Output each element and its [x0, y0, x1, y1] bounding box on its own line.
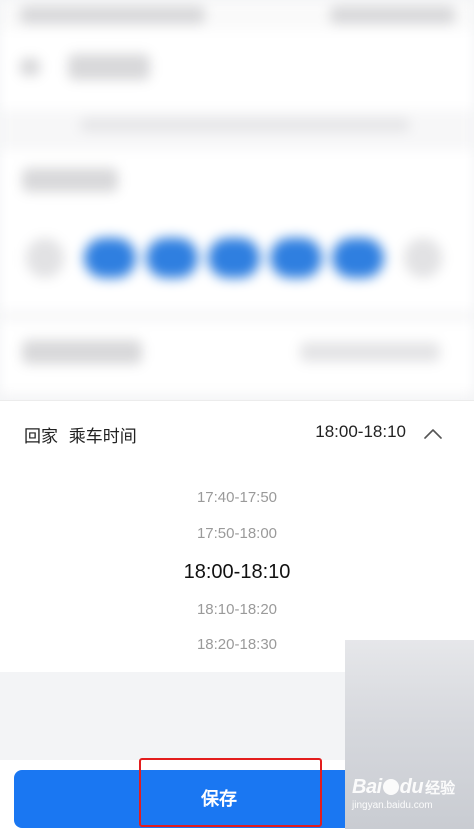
- chevron-up-icon[interactable]: [424, 425, 442, 443]
- watermark-brand: Bai: [352, 776, 382, 798]
- obscured-content: [0, 0, 474, 400]
- paw-icon: [382, 779, 399, 795]
- section-title-home: 回家: [24, 427, 58, 446]
- section-title-ride-time: 乘车时间: [68, 427, 137, 446]
- picker-option[interactable]: 17:40-17:50: [0, 489, 474, 506]
- picker-option[interactable]: 17:50-18:00: [0, 525, 474, 542]
- watermark-cn: 经验: [425, 780, 456, 797]
- ride-time-title: 回家 乘车时间: [24, 422, 137, 447]
- ride-time-header[interactable]: 回家 乘车时间 18:00-18:10: [0, 400, 474, 462]
- selected-time-value: 18:00-18:10: [315, 422, 406, 441]
- picker-option-selected[interactable]: 18:00-18:10: [0, 561, 474, 584]
- watermark-url: jingyan.baidu.com: [352, 800, 433, 811]
- baidu-jingyan-watermark: Bai du 经验 jingyan.baidu.com: [352, 776, 468, 826]
- picker-option[interactable]: 18:10-18:20: [0, 601, 474, 618]
- watermark-brand-tail: du: [399, 776, 424, 798]
